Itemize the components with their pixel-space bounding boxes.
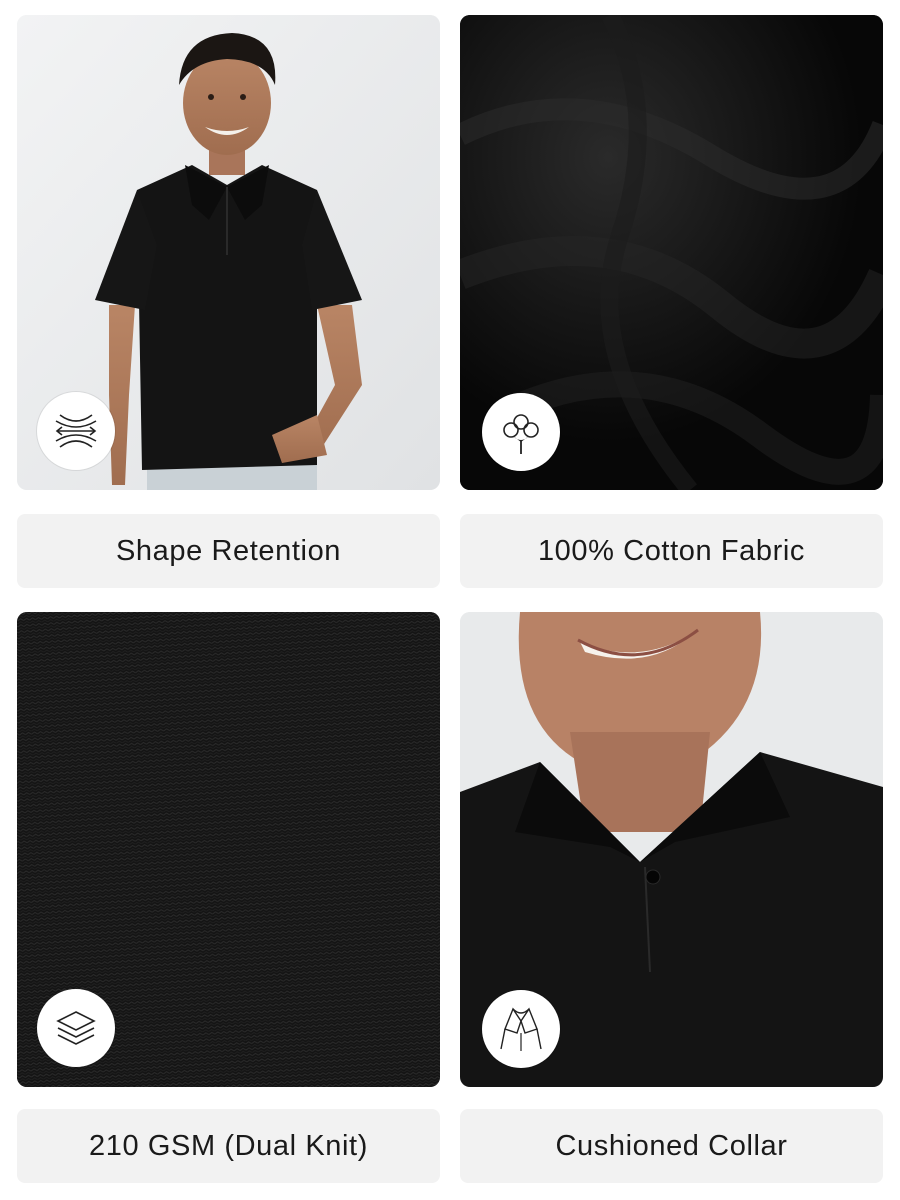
collar-icon [500, 1007, 542, 1051]
feature-icon-badge [37, 392, 115, 470]
layers-icon [56, 1011, 96, 1045]
feature-icon-badge [482, 393, 560, 471]
knit-texture-photo [17, 612, 440, 1087]
feature-label: Shape Retention [17, 514, 440, 588]
collar-closeup-photo [460, 612, 883, 1087]
model-photo [17, 15, 440, 490]
feature-label-text: Shape Retention [115, 534, 342, 567]
feature-label-text: Cushioned Collar [555, 1129, 788, 1162]
feature-label-text: 210 GSM (Dual Knit) [89, 1129, 368, 1162]
feature-label: Cushioned Collar [460, 1109, 883, 1183]
cotton-flower-icon [503, 414, 539, 454]
feature-label-text: 100% Cotton Fabric [537, 534, 806, 567]
feature-icon-badge [37, 989, 115, 1067]
feature-label: 100% Cotton Fabric [460, 514, 883, 588]
stretch-arrows-icon [55, 414, 97, 448]
fabric-drape-photo [460, 15, 883, 490]
feature-label: 210 GSM (Dual Knit) [17, 1109, 440, 1183]
feature-icon-badge [482, 990, 560, 1068]
